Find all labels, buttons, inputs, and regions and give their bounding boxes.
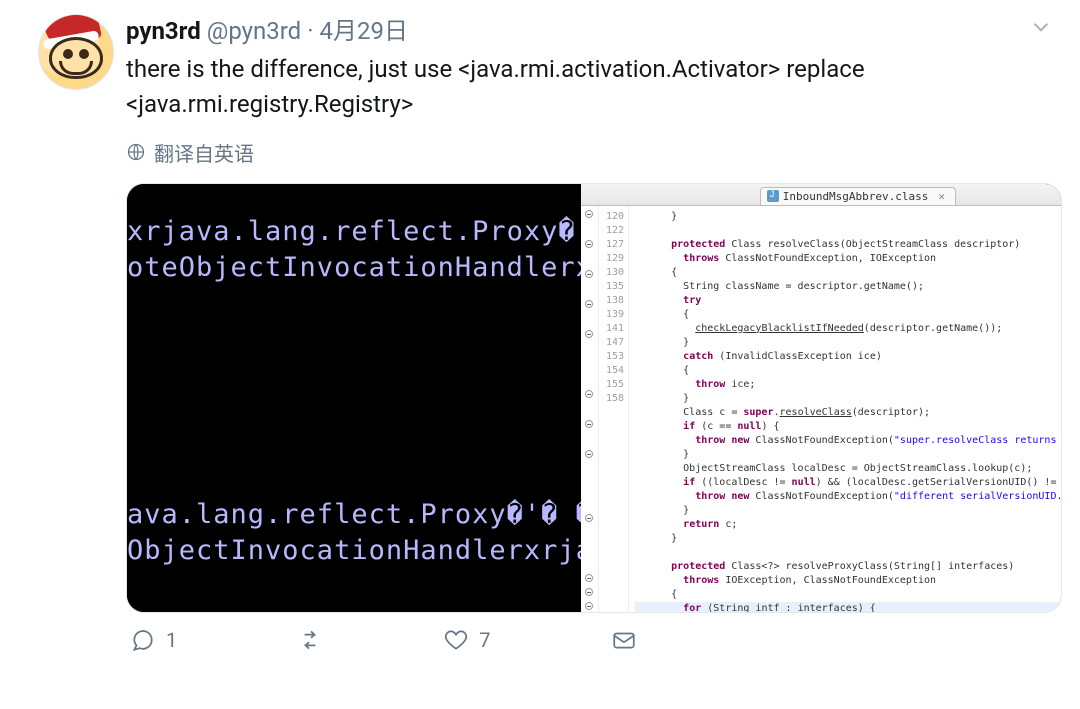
- fold-column[interactable]: [581, 206, 599, 612]
- retweet-button[interactable]: [297, 627, 323, 653]
- translate-link[interactable]: 翻译自英语: [126, 138, 1062, 167]
- reply-button[interactable]: 1: [130, 627, 177, 653]
- display-name[interactable]: pyn3rd: [126, 17, 201, 46]
- ide-tabbar: InboundMsgAbbrev.class ✕: [581, 184, 1062, 206]
- chevron-down-icon: [1028, 14, 1054, 40]
- tweet-header: pyn3rd @pyn3rd · 4月29日: [126, 14, 1062, 48]
- terminal-panel: xrjava.lang.reflect.Proxy�'� � oteObject…: [127, 184, 581, 612]
- line-gutter: 120 122 127 129 130 135 138 139 141 147 …: [599, 206, 629, 612]
- reply-count: 1: [166, 628, 177, 652]
- translate-label: 翻译自英语: [154, 138, 254, 167]
- handle[interactable]: @pyn3rd: [207, 17, 301, 46]
- ide-tab-label: InboundMsgAbbrev.class: [783, 190, 929, 203]
- ide-tab[interactable]: InboundMsgAbbrev.class ✕: [760, 187, 956, 205]
- reply-icon: [130, 627, 156, 653]
- separator: ·: [307, 17, 313, 46]
- share-icon: [611, 627, 637, 653]
- attached-media[interactable]: xrjava.lang.reflect.Proxy�'� � oteObject…: [126, 183, 1062, 613]
- share-button[interactable]: [611, 627, 637, 653]
- close-icon[interactable]: ✕: [938, 190, 945, 203]
- avatar[interactable]: [38, 14, 114, 90]
- like-count: 7: [479, 628, 490, 652]
- tweet-date[interactable]: 4月29日: [320, 17, 408, 46]
- code-area: } protected Class resolveClass(ObjectStr…: [629, 206, 1062, 612]
- tweet-content: pyn3rd @pyn3rd · 4月29日 there is the diff…: [126, 14, 1062, 663]
- java-file-icon: [767, 190, 779, 202]
- tweet: pyn3rd @pyn3rd · 4月29日 there is the diff…: [0, 0, 1080, 667]
- retweet-icon: [297, 627, 323, 653]
- like-button[interactable]: 7: [443, 627, 490, 653]
- globe-icon: [126, 142, 146, 162]
- ide-panel: InboundMsgAbbrev.class ✕ 120 122 127 129…: [581, 184, 1062, 612]
- heart-icon: [443, 627, 469, 653]
- tweet-text: there is the difference, just use <java.…: [126, 52, 1062, 122]
- ide-editor: 120 122 127 129 130 135 138 139 141 147 …: [581, 206, 1062, 612]
- tweet-actions: 1 7: [126, 613, 1062, 663]
- more-button[interactable]: [1028, 14, 1062, 48]
- avatar-wrap[interactable]: [38, 14, 114, 663]
